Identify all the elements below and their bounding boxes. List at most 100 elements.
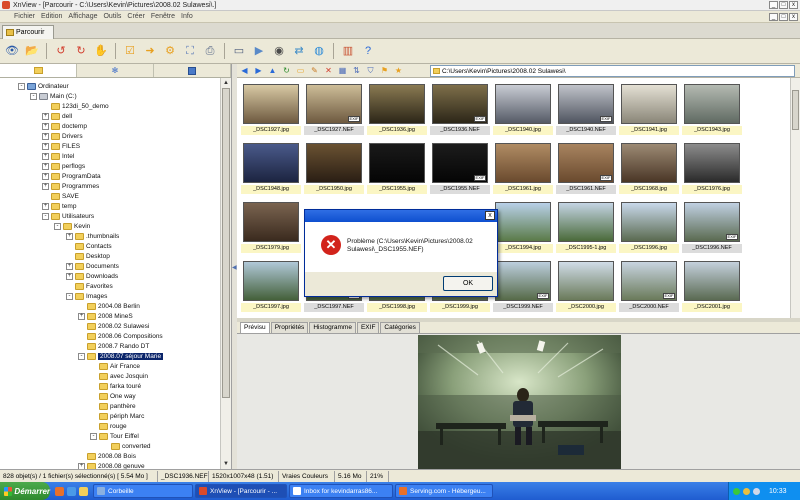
refresh-icon[interactable]: ↻ xyxy=(281,65,292,76)
desktop-icon[interactable] xyxy=(67,486,76,496)
explorer-icon[interactable] xyxy=(79,486,88,496)
tab-categories[interactable] xyxy=(154,64,231,77)
thumbnail-item[interactable]: EXIF _DSC2000.NEF xyxy=(617,255,679,313)
task-xnview[interactable]: XnView - [Parcourir - ... xyxy=(195,484,287,498)
expand-icon[interactable]: + xyxy=(66,232,73,240)
edit-icon[interactable]: ✎ xyxy=(309,65,320,76)
tree-item[interactable]: + dell xyxy=(42,111,72,121)
menu-info[interactable]: Info xyxy=(181,13,193,20)
convert-icon[interactable]: ⇄ xyxy=(291,43,307,59)
thumbnail-item[interactable]: _DSC1927.jpg xyxy=(239,78,301,136)
ok-button[interactable]: OK xyxy=(443,276,493,291)
tree-item[interactable]: - 2008.07 séjour Marie xyxy=(78,351,164,361)
thumbnail-item[interactable]: EXIF _DSC1936.NEF xyxy=(428,78,490,136)
tree-item[interactable]: 2008.02 Sulawesi xyxy=(78,321,149,331)
task-serving[interactable]: Serving.com - Hébergeu... xyxy=(395,484,493,498)
tab-proprietes[interactable]: Propriétés xyxy=(270,322,309,333)
new-folder-icon[interactable]: ▭ xyxy=(295,65,306,76)
thumbnail-item[interactable]: EXIF _DSC1961.NEF xyxy=(554,137,616,195)
tab-categories[interactable]: Catégories xyxy=(380,322,420,333)
doc-minimize-button[interactable]: _ xyxy=(769,13,778,21)
tab-favorites[interactable]: ✻ xyxy=(77,64,154,77)
thumbnail-item[interactable]: _DSC1961.jpg xyxy=(491,137,553,195)
folder-tree-scrollbar[interactable]: ▲ ▼ xyxy=(220,78,231,469)
thumbnail-scrollbar[interactable] xyxy=(790,78,800,318)
expand-icon[interactable]: + xyxy=(78,312,85,320)
tree-item[interactable]: rouge xyxy=(90,421,127,431)
thumbnail-item[interactable]: EXIF _DSC1955.NEF xyxy=(428,137,490,195)
scroll-down-arrow-icon[interactable]: ▼ xyxy=(221,459,231,469)
thumbnail-item[interactable]: EXIF _DSC1996.NEF xyxy=(680,196,742,254)
collapse-icon[interactable]: - xyxy=(78,352,85,360)
scroll-up-arrow-icon[interactable]: ▲ xyxy=(221,78,231,88)
tree-item[interactable]: avec Josquin xyxy=(90,371,148,381)
expand-icon[interactable]: + xyxy=(42,182,49,190)
view-mode-icon[interactable]: ▦ xyxy=(337,65,348,76)
tree-item[interactable]: One way xyxy=(90,391,136,401)
tree-item[interactable]: Favorites xyxy=(66,281,113,291)
tree-item[interactable]: 2008.08 Bois xyxy=(78,451,136,461)
scroll-thumb[interactable] xyxy=(222,88,230,398)
tab-parcourir[interactable]: Parcourir xyxy=(2,25,54,39)
tree-item[interactable]: - Main (C:) xyxy=(30,91,77,101)
tree-item[interactable]: 2008.7 Rando DT xyxy=(78,341,149,351)
dialog-titlebar[interactable]: x xyxy=(305,210,497,222)
tree-item[interactable]: - Kevin xyxy=(54,221,90,231)
task-inbox[interactable]: Inbox for kevindarras86... xyxy=(289,484,393,498)
delete-icon[interactable]: ✕ xyxy=(323,65,334,76)
expand-icon[interactable]: + xyxy=(66,272,73,280)
collapse-icon[interactable]: - xyxy=(90,432,97,440)
tree-item[interactable]: + temp xyxy=(42,201,76,211)
tab-folders[interactable] xyxy=(0,64,77,77)
panel-icon[interactable]: ▥ xyxy=(340,43,356,59)
thumbnail-item[interactable]: _DSC1943.jpg xyxy=(680,78,742,136)
tree-item[interactable]: Air France xyxy=(90,361,140,371)
minimize-button[interactable]: _ xyxy=(769,1,778,9)
doc-maximize-button[interactable]: □ xyxy=(779,13,788,21)
expand-icon[interactable]: + xyxy=(42,172,49,180)
maximize-button[interactable]: □ xyxy=(779,1,788,9)
up-arrow-icon[interactable]: ▲ xyxy=(267,65,278,76)
sort-icon[interactable]: ⇅ xyxy=(351,65,362,76)
forward-arrow-icon[interactable]: ▶ xyxy=(253,65,264,76)
tree-item[interactable]: 123di_50_demo xyxy=(42,101,109,111)
tree-item[interactable]: + ProgramData xyxy=(42,171,101,181)
folder-arrow-icon[interactable]: ➜ xyxy=(142,43,158,59)
scanner-icon[interactable]: ▭ xyxy=(231,43,247,59)
thumbnail-item[interactable]: _DSC1948.jpg xyxy=(239,137,301,195)
expand-icon[interactable]: + xyxy=(42,132,49,140)
tree-item[interactable]: + Downloads xyxy=(66,271,118,281)
tree-item[interactable]: 2008.06 Compositions xyxy=(78,331,163,341)
camera-icon[interactable]: ◉ xyxy=(271,43,287,59)
collapse-icon[interactable]: - xyxy=(66,292,73,300)
checklist-icon[interactable]: ☑ xyxy=(122,43,138,59)
slideshow-icon[interactable]: ▶ xyxy=(251,43,267,59)
menu-fenetre[interactable]: Fenêtre xyxy=(151,13,175,20)
folder-tree[interactable]: - Ordinateur - Main (C:) 123di_50_demo + dell +… xyxy=(0,78,220,469)
menu-outils[interactable]: Outils xyxy=(103,13,121,20)
tree-item[interactable]: panthère xyxy=(90,401,136,411)
menu-affichage[interactable]: Affichage xyxy=(68,13,97,20)
expand-icon[interactable]: + xyxy=(42,162,49,170)
thumbnail-item[interactable]: EXIF _DSC1999.NEF xyxy=(491,255,553,313)
thumbnail-item[interactable]: _DSC1976.jpg xyxy=(680,137,742,195)
tree-item[interactable]: Contacts xyxy=(66,241,112,251)
tree-item[interactable]: périph Marc xyxy=(90,411,144,421)
gear-icon[interactable]: ⚙ xyxy=(162,43,178,59)
tree-item[interactable]: +2008 MineS xyxy=(78,311,133,321)
expand-icon[interactable]: + xyxy=(42,142,49,150)
back-arrow-icon[interactable]: ◀ xyxy=(239,65,250,76)
thumbnail-item[interactable]: _DSC1996.jpg xyxy=(617,196,679,254)
dialog-close-button[interactable]: x xyxy=(485,211,495,220)
rotate-right-icon[interactable]: ↻ xyxy=(73,43,89,59)
printer-icon[interactable]: ⎙ xyxy=(202,43,218,59)
start-button[interactable]: Démarrer xyxy=(0,482,50,500)
close-button[interactable]: x xyxy=(789,1,798,9)
doc-close-button[interactable]: x xyxy=(789,13,798,21)
thumbnail-item[interactable]: _DSC1968.jpg xyxy=(617,137,679,195)
bookmark-icon[interactable]: ⚑ xyxy=(379,65,390,76)
tree-item[interactable]: Desktop xyxy=(66,251,110,261)
eye-icon[interactable]: 👁 xyxy=(4,43,20,59)
tree-item[interactable]: + perflogs xyxy=(42,161,85,171)
tree-item[interactable]: farka touré xyxy=(90,381,141,391)
